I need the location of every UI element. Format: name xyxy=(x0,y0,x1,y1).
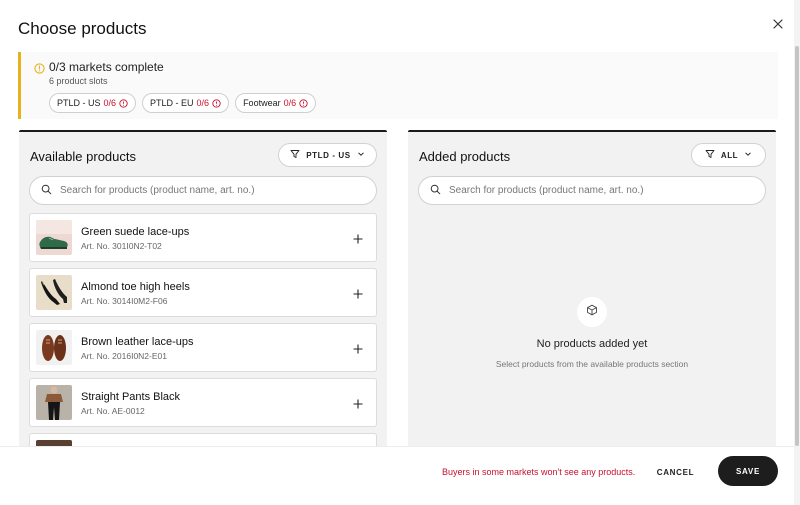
product-art-no: Art. No. 301I0N2-T02 xyxy=(81,241,162,251)
added-search-box xyxy=(418,176,766,205)
added-products-panel: Added products ALL No products added yet… xyxy=(408,130,776,450)
markets-notice: 0/3 markets complete 6 product slots PTL… xyxy=(18,52,778,119)
empty-state-badge xyxy=(577,297,607,327)
cancel-button[interactable]: CANCEL xyxy=(648,461,703,483)
product-name: Brown leather lace-ups xyxy=(81,336,194,348)
product-image-almond-heels xyxy=(36,275,72,310)
add-product-button[interactable] xyxy=(352,342,364,354)
product-art-no: Art. No. 3014I0M2-F06 xyxy=(81,296,168,306)
market-filter-label: PTLD - US xyxy=(306,150,351,160)
notice-subtitle: 6 product slots xyxy=(49,76,108,86)
market-chip-name: Footwear xyxy=(243,98,281,108)
available-search-input[interactable] xyxy=(60,185,360,196)
footer-warning: Buyers in some markets won't see any pro… xyxy=(442,467,636,477)
warning-icon xyxy=(34,61,45,74)
available-products-title: Available products xyxy=(30,149,136,164)
box-icon xyxy=(586,303,598,321)
added-products-title: Added products xyxy=(419,149,511,164)
available-search-box xyxy=(29,176,377,205)
modal-footer: Buyers in some markets won't see any pro… xyxy=(0,446,794,505)
product-card[interactable]: Brown leather lace-ups Art. No. 2016I0N2… xyxy=(29,323,377,372)
market-chip-count: 0/6 xyxy=(196,98,210,108)
product-name: Straight Pants Black xyxy=(81,391,181,403)
search-icon xyxy=(430,182,441,200)
choose-products-modal: Choose products 0/3 markets complete 6 p… xyxy=(0,0,800,505)
filter-icon xyxy=(705,149,715,161)
market-chip-count: 0/6 xyxy=(103,98,117,108)
product-name: Green suede lace-ups xyxy=(81,226,190,238)
available-product-list[interactable]: Green suede lace-ups Art. No. 301I0N2-T0… xyxy=(29,213,377,450)
modal-scrollbar-thumb[interactable] xyxy=(795,46,799,446)
save-button[interactable]: SAVE xyxy=(718,456,778,486)
chevron-down-icon xyxy=(744,150,752,160)
market-chip-name: PTLD - US xyxy=(57,98,101,108)
market-chip-ptld-us[interactable]: PTLD - US 0/6 xyxy=(49,93,137,113)
add-product-button[interactable] xyxy=(352,287,364,299)
empty-state-subtitle: Select products from the available produ… xyxy=(495,359,689,369)
empty-state-title: No products added yet xyxy=(536,338,648,350)
product-image-green-suede xyxy=(36,220,72,255)
error-icon xyxy=(119,98,128,108)
product-image-black-pants xyxy=(36,385,72,420)
added-search-input[interactable] xyxy=(449,185,749,196)
error-icon xyxy=(299,98,308,108)
market-chip-count: 0/6 xyxy=(283,98,297,108)
market-chip-name: PTLD - EU xyxy=(150,98,194,108)
market-chip-footwear[interactable]: Footwear 0/6 xyxy=(235,93,317,113)
chevron-down-icon xyxy=(357,150,365,160)
product-card[interactable]: Straight Pants Black Art. No. AE-0012 xyxy=(29,378,377,427)
market-chips: PTLD - US 0/6 PTLD - EU 0/6 Footwear 0/6 xyxy=(49,93,317,113)
market-chip-ptld-eu[interactable]: PTLD - EU 0/6 xyxy=(142,93,230,113)
product-art-no: Art. No. 2016I0N2-E01 xyxy=(81,351,167,361)
add-product-button[interactable] xyxy=(352,397,364,409)
available-products-panel: Available products PTLD - US Green suede… xyxy=(19,130,387,450)
error-icon xyxy=(212,98,221,108)
added-filter-button[interactable]: ALL xyxy=(691,143,766,167)
product-name: Almond toe high heels xyxy=(81,281,190,293)
add-product-button[interactable] xyxy=(352,232,364,244)
added-filter-label: ALL xyxy=(720,150,739,160)
product-art-no: Art. No. AE-0012 xyxy=(81,406,145,416)
close-icon[interactable] xyxy=(770,16,786,32)
product-card[interactable]: Green suede lace-ups Art. No. 301I0N2-T0… xyxy=(29,213,377,262)
product-image-brown-laceups xyxy=(36,330,72,365)
product-card[interactable]: Almond toe high heels Art. No. 3014I0M2-… xyxy=(29,268,377,317)
market-filter-button[interactable]: PTLD - US xyxy=(278,143,377,167)
notice-title: 0/3 markets complete xyxy=(49,60,164,74)
filter-icon xyxy=(290,149,300,161)
modal-title: Choose products xyxy=(18,19,147,38)
search-icon xyxy=(41,182,52,200)
